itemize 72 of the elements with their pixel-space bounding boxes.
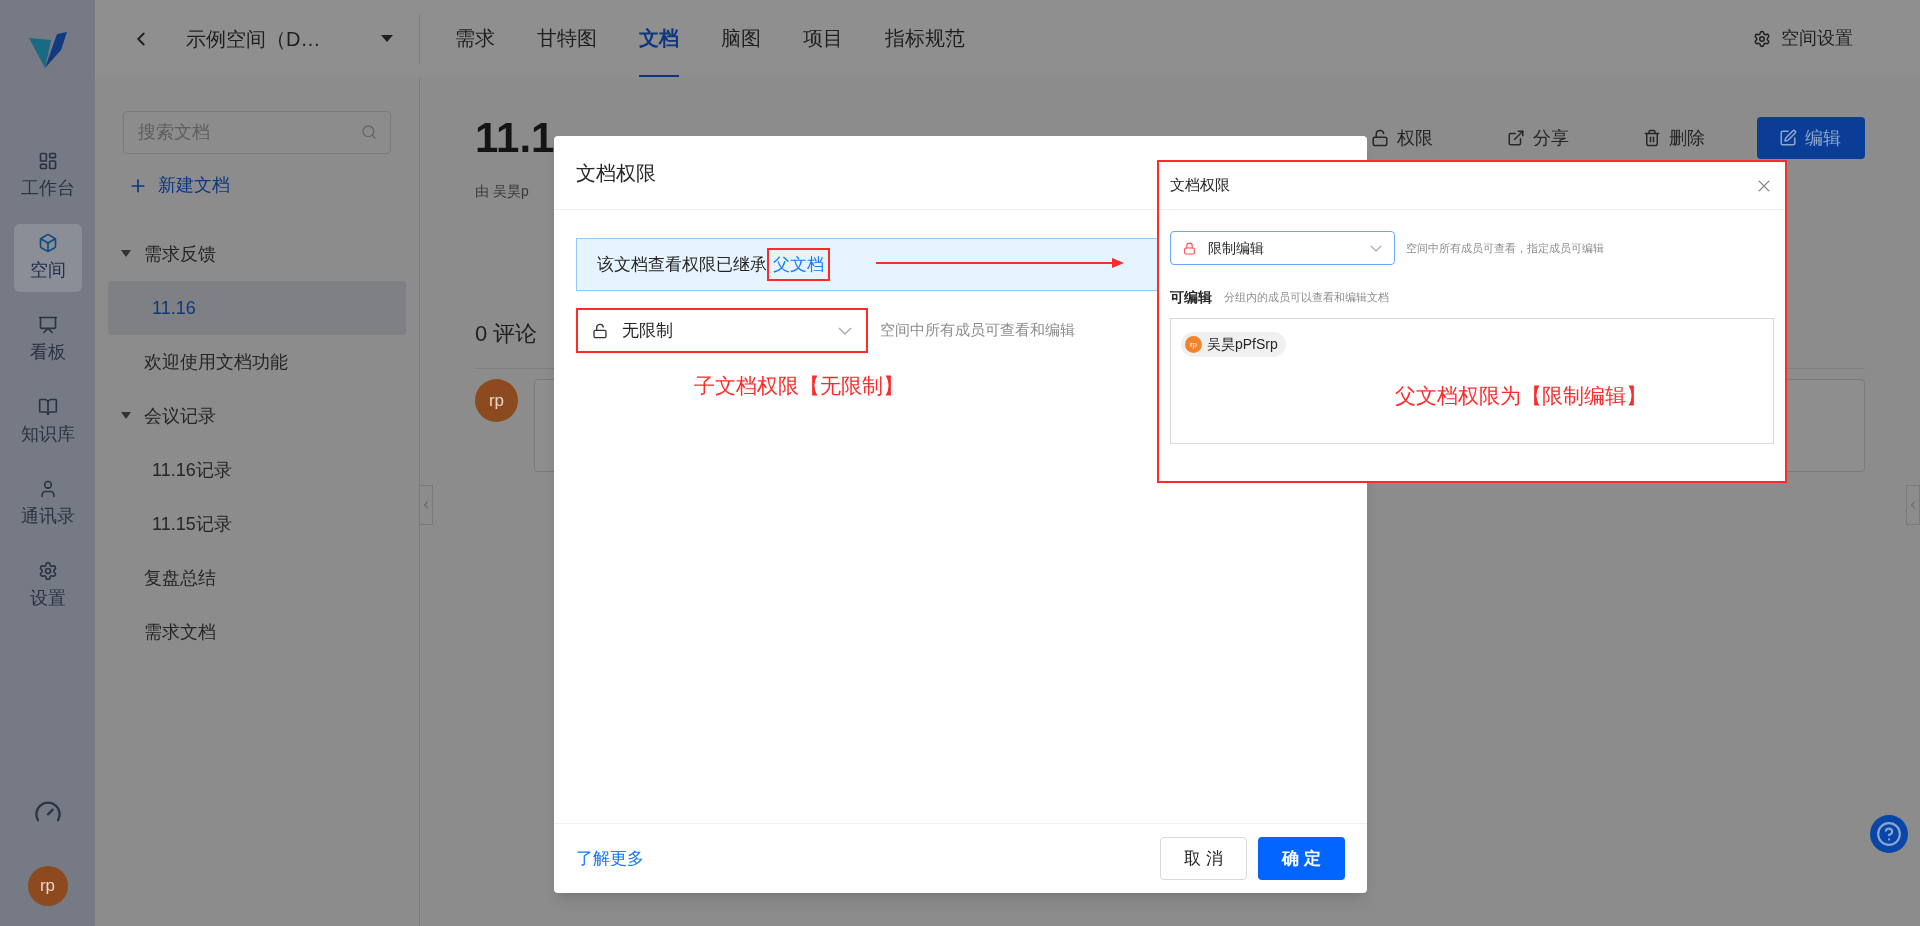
tree-item[interactable]: 11.15记录 [108,497,406,551]
editors-label: 可编辑 [1170,288,1212,307]
doc-action-button[interactable]: 编辑 [1757,117,1865,159]
nav-item[interactable]: 通讯录 [13,470,82,538]
help-button[interactable] [1870,815,1908,853]
settings-icon [37,560,58,581]
dropdown-caret-icon[interactable] [381,34,393,43]
space-settings-button[interactable]: 空间设置 [1753,25,1853,52]
search-icon [361,124,377,140]
dashboard-icon [37,150,58,171]
doc-title: 11.1 [475,117,555,159]
confirm-button[interactable]: 确 定 [1258,837,1345,880]
edit-icon [1779,129,1797,147]
learn-more-link[interactable]: 了解更多 [576,845,644,872]
tab[interactable]: 项目 [803,0,843,77]
unlock-icon [592,322,608,339]
book-icon [37,396,58,417]
chevron-down-icon [1370,244,1382,252]
tab[interactable]: 指标规范 [885,0,965,77]
nav-item[interactable]: 空间 [13,224,82,292]
doc-action-button[interactable]: 删除 [1621,117,1727,159]
nav-item[interactable]: 看板 [13,306,82,374]
caret-icon[interactable] [121,250,131,258]
tab[interactable]: 甘特图 [537,0,597,77]
cube-icon [37,232,58,253]
tree-item[interactable]: 会议记录 [108,389,406,443]
notice-text: 该文档查看权限已继承 [597,253,767,276]
settings-icon [1753,29,1771,48]
nav-item[interactable]: 知识库 [13,388,82,456]
editors-hint: 分组内的成员可以查看和编辑文档 [1224,290,1389,306]
member-chip[interactable]: rp 吴昊pPfSrp [1181,332,1286,357]
nav-item[interactable]: 设置 [13,552,82,620]
member-avatar: rp [1185,336,1202,353]
parent-doc-link[interactable]: 父文档 [767,247,830,282]
commenter-avatar: rp [475,379,518,422]
annotation-text: 父文档权限为【限制编辑】 [1395,383,1647,409]
permission-select[interactable]: 无限制 [576,308,868,353]
tree-item[interactable]: 复盘总结 [108,551,406,605]
tree-item[interactable]: 需求反馈 [108,227,406,281]
collapse-handle[interactable] [419,485,433,525]
comments-heading: 0 评论 [475,320,538,348]
tree-item[interactable]: 需求文档 [108,605,406,659]
chart-board-icon [37,314,58,335]
doc-action-button[interactable]: 权限 [1349,117,1455,159]
new-doc-button[interactable]: 新建文档 [128,172,230,199]
tree-item[interactable]: 11.16 [108,281,406,335]
user-avatar[interactable]: rp [27,866,68,906]
tab[interactable]: 脑图 [721,0,761,77]
tree-item[interactable]: 欢迎使用文档功能 [108,335,406,389]
trash-icon [1643,129,1661,147]
caret-icon[interactable] [121,412,131,420]
permission-hint: 空间中所有成员可查看，指定成员可编辑 [1406,240,1604,256]
share-icon [1507,129,1525,147]
tab[interactable]: 需求 [455,0,495,77]
permission-select[interactable]: 限制编辑 [1170,231,1395,265]
collapse-handle[interactable] [1906,485,1920,525]
tree-item[interactable]: 11.16记录 [108,443,406,497]
nav-item[interactable]: 工作台 [13,142,82,210]
doc-action-button[interactable]: 分享 [1485,117,1591,159]
annotation-text: 子文档权限【无限制】 [694,373,904,399]
panel-title: 文档权限 [1170,175,1230,196]
cancel-button[interactable]: 取 消 [1160,837,1247,880]
lock-icon [1371,129,1389,147]
lock-icon [1183,241,1196,255]
dialog-title: 文档权限 [576,160,656,186]
tab[interactable]: 文档 [639,0,679,77]
logo-icon [26,30,69,70]
help-icon [1876,821,1902,847]
chevron-down-icon [838,326,852,335]
permission-hint: 空间中所有成员可查看和编辑 [880,320,1075,341]
space-name[interactable]: 示例空间（D… [186,23,321,54]
doc-byline: 由 吴昊p [475,182,530,201]
